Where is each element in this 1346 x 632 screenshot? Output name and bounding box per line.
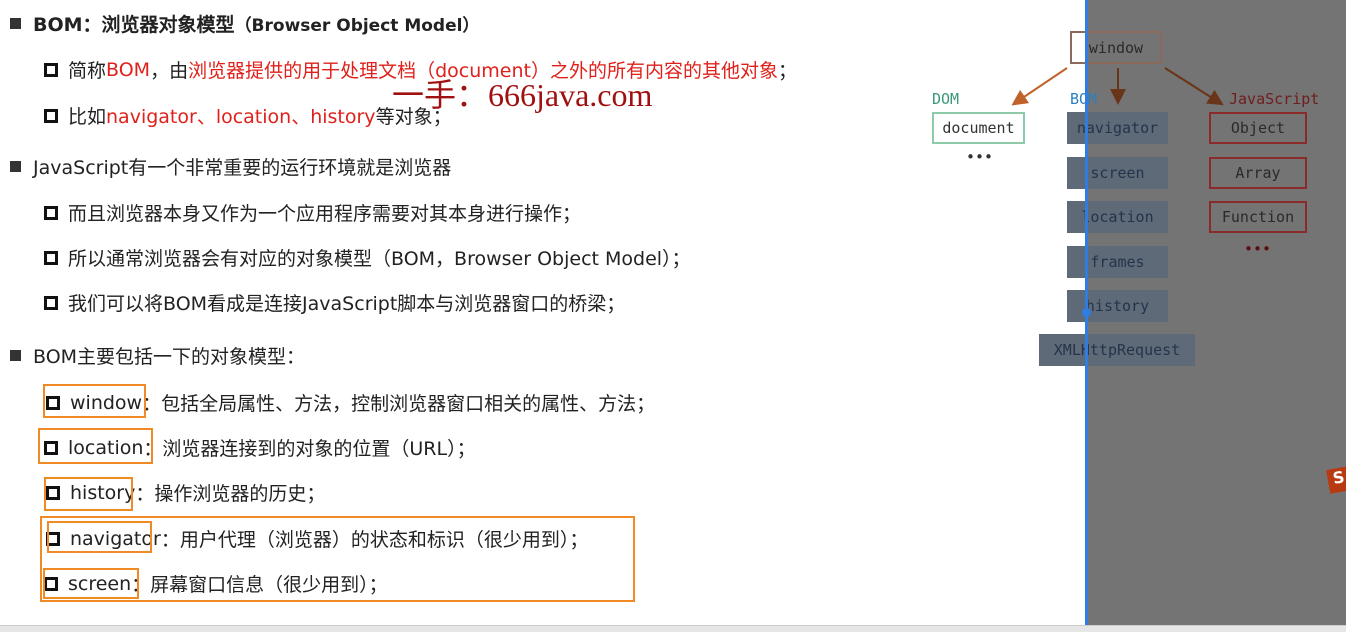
app-logo-icon: S	[1326, 466, 1346, 494]
dom-label: DOM	[932, 90, 960, 108]
js-node-object: Object	[1209, 112, 1307, 144]
bom-node-history: history	[1067, 290, 1168, 322]
bom-node-xmlhttprequest: XMLHttpRequest	[1039, 334, 1195, 366]
bom-node-screen: screen	[1067, 157, 1168, 189]
bom-node-location: location	[1067, 201, 1168, 233]
js-more: •••	[1244, 240, 1272, 258]
status-bar	[0, 625, 1346, 632]
split-handle[interactable]	[1082, 308, 1091, 317]
js-node-array: Array	[1209, 157, 1307, 189]
bom-node-navigator: navigator	[1067, 112, 1168, 144]
arrow-dom	[1011, 67, 1068, 106]
window-node: window	[1070, 31, 1162, 64]
dom-more: •••	[966, 148, 994, 166]
bom-node-frames: frames	[1067, 246, 1168, 278]
arrow-js	[1164, 67, 1224, 106]
bom-label: BOM	[1070, 90, 1098, 108]
js-node-function: Function	[1209, 201, 1307, 233]
document-node: document	[932, 112, 1025, 144]
js-label: JavaScript	[1229, 90, 1320, 108]
